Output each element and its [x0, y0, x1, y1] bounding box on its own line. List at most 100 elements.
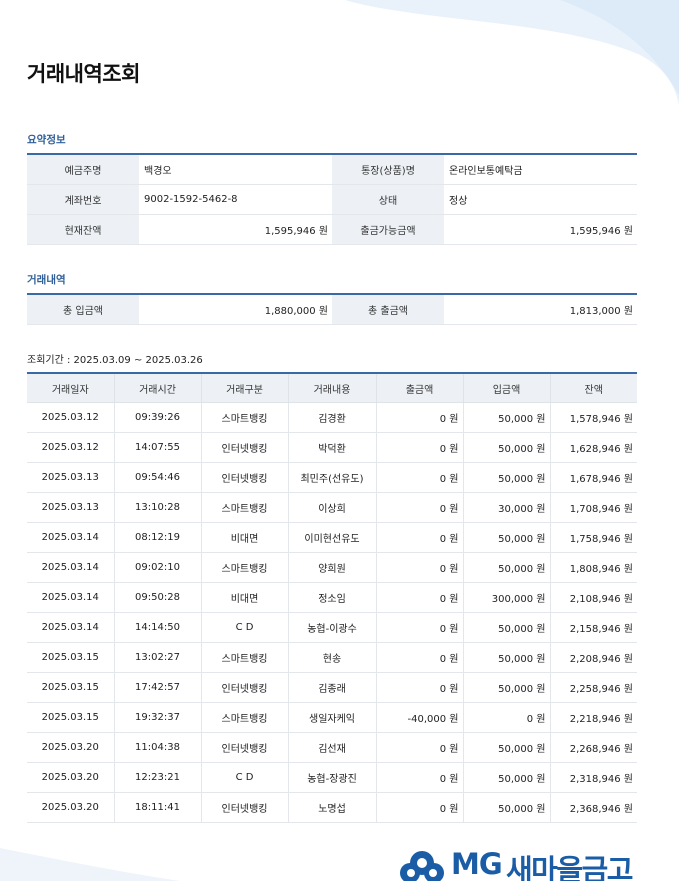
account-number-label: 계좌번호: [27, 184, 139, 215]
tx-balance: 1,628,946 원: [550, 432, 637, 463]
tx-time: 14:07:55: [114, 432, 202, 463]
tx-date: 2025.03.14: [27, 522, 115, 553]
logo-text-latin: MG: [451, 847, 503, 881]
tx-withdrawal: 0 원: [376, 642, 464, 673]
header-withdrawal: 출금액: [376, 373, 464, 403]
tx-description: 김종래: [288, 672, 377, 703]
tx-withdrawal: 0 원: [376, 672, 464, 703]
summary-table: 예금주명 백경오 통장(상품)명 온라인보통예탁금 계좌번호 9002-1592…: [27, 153, 637, 245]
tx-time: 09:50:28: [114, 582, 202, 613]
tx-deposit: 50,000 원: [463, 462, 551, 493]
table-row: 2025.03.14 14:14:50 C D 농협-이광수 0 원 50,000 원 2,…: [27, 612, 637, 643]
tx-withdrawal: 0 원: [376, 582, 464, 613]
tx-time: 09:54:46: [114, 462, 202, 493]
header-deposit: 입금액: [463, 373, 551, 403]
totals-table: 총 입금액 1,880,000 원 총 출금액 1,813,000 원: [27, 293, 637, 325]
summary-row: 현재잔액 1,595,946 원 출금가능금액 1,595,946 원: [27, 214, 637, 245]
tx-type: C D: [201, 762, 289, 793]
tx-withdrawal: 0 원: [376, 522, 464, 553]
tx-time: 13:02:27: [114, 642, 202, 673]
mg-saemaul-logo: MG 새마을금고: [398, 845, 638, 881]
tx-balance: 2,208,946 원: [550, 642, 637, 673]
table-row: 2025.03.12 09:39:26 스마트뱅킹 김경환 0 원 50,000 원 1,5…: [27, 402, 637, 433]
tx-withdrawal: 0 원: [376, 552, 464, 583]
tx-balance: 1,578,946 원: [550, 402, 637, 433]
account-holder-label: 예금주명: [27, 154, 139, 185]
available-withdrawal-value: 1,595,946 원: [444, 214, 637, 245]
tx-withdrawal: 0 원: [376, 612, 464, 643]
header-date: 거래일자: [27, 373, 115, 403]
table-row: 2025.03.15 19:32:37 스마트뱅킹 생일자케익 -40,000 원0 원…: [27, 702, 637, 733]
inquiry-period: 조회기간 : 2025.03.09 ~ 2025.03.26: [27, 355, 203, 366]
table-row: 2025.03.15 17:42:57 인터넷뱅킹 김종래 0 원 50,000 원 2,2…: [27, 672, 637, 703]
tx-description: 김선재: [288, 732, 377, 763]
tx-withdrawal: 0 원: [376, 492, 464, 523]
tx-description: 김경환: [288, 402, 377, 433]
table-row: 2025.03.20 12:23:21 C D 농협-장광진 0 원 50,000 원 2,…: [27, 762, 637, 793]
tx-date: 2025.03.20: [27, 732, 115, 763]
table-row: 2025.03.14 09:02:10 스마트뱅킹 양희원 0 원 50,000 원 1,8…: [27, 552, 637, 583]
header-type: 거래구분: [201, 373, 289, 403]
total-withdrawal-label: 총 출금액: [332, 294, 444, 325]
tx-description: 노명섭: [288, 792, 377, 823]
tx-time: 18:11:41: [114, 792, 202, 823]
tx-deposit: 50,000 원: [463, 432, 551, 463]
product-name-label: 통장(상품)명: [332, 154, 444, 185]
table-row: 2025.03.20 11:04:38 인터넷뱅킹 김선재 0 원 50,000 원 2,2…: [27, 732, 637, 763]
tx-withdrawal: 0 원: [376, 432, 464, 463]
tx-deposit: 50,000 원: [463, 762, 551, 793]
product-name-value: 온라인보통예탁금: [444, 154, 637, 185]
tx-description: 농협-이광수: [288, 612, 377, 643]
tx-balance: 1,808,946 원: [550, 552, 637, 583]
tx-description: 박덕환: [288, 432, 377, 463]
tx-type: 인터넷뱅킹: [201, 432, 289, 463]
tx-balance: 1,678,946 원: [550, 462, 637, 493]
tx-description: 현송: [288, 642, 377, 673]
tx-description: 이상희: [288, 492, 377, 523]
table-row: 2025.03.20 18:11:41 인터넷뱅킹 노명섭 0 원 50,000 원 2,3…: [27, 792, 637, 823]
table-row: 2025.03.15 13:02:27 스마트뱅킹 현송 0 원 50,000 원 2,20…: [27, 642, 637, 673]
tx-deposit: 50,000 원: [463, 642, 551, 673]
available-withdrawal-label: 출금가능금액: [332, 214, 444, 245]
tx-type: 인터넷뱅킹: [201, 732, 289, 763]
summary-row: 예금주명 백경오 통장(상품)명 온라인보통예탁금: [27, 154, 637, 185]
tx-balance: 2,368,946 원: [550, 792, 637, 823]
tx-type: 인터넷뱅킹: [201, 462, 289, 493]
tx-balance: 1,758,946 원: [550, 522, 637, 553]
header-description: 거래내용: [288, 373, 377, 403]
tx-type: 스마트뱅킹: [201, 702, 289, 733]
table-row: 2025.03.14 09:50:28 비대면 정소임 0 원 300,000 원 2,10…: [27, 582, 637, 613]
tx-description: 농협-장광진: [288, 762, 377, 793]
tx-date: 2025.03.20: [27, 792, 115, 823]
tx-time: 14:14:50: [114, 612, 202, 643]
status-value: 정상: [444, 184, 637, 215]
tx-type: 비대면: [201, 522, 289, 553]
table-row: 2025.03.13 09:54:46 인터넷뱅킹 최민주(선유도) 0 원 50,000…: [27, 462, 637, 493]
tx-date: 2025.03.15: [27, 672, 115, 703]
tx-description: 양희원: [288, 552, 377, 583]
tx-deposit: 50,000 원: [463, 732, 551, 763]
header-balance: 잔액: [550, 373, 637, 403]
tx-deposit: 0 원: [463, 702, 551, 733]
account-number-value: 9002-1592-5462-8: [139, 184, 332, 215]
transactions-table: 거래일자 거래시간 거래구분 거래내용 출금액 입금액 잔액 2025.03.1…: [27, 372, 637, 823]
tx-type: 스마트뱅킹: [201, 492, 289, 523]
tx-time: 13:10:28: [114, 492, 202, 523]
tx-type: 스마트뱅킹: [201, 642, 289, 673]
current-balance-label: 현재잔액: [27, 214, 139, 245]
transactions-body: 2025.03.12 09:39:26 스마트뱅킹 김경환 0 원 50,000 원 1,5…: [27, 402, 637, 823]
tx-balance: 2,258,946 원: [550, 672, 637, 703]
tx-date: 2025.03.13: [27, 492, 115, 523]
tx-type: 스마트뱅킹: [201, 552, 289, 583]
tx-deposit: 50,000 원: [463, 792, 551, 823]
tx-balance: 2,218,946 원: [550, 702, 637, 733]
total-deposit-label: 총 입금액: [27, 294, 139, 325]
tx-time: 08:12:19: [114, 522, 202, 553]
tx-deposit: 300,000 원: [463, 582, 551, 613]
summary-section-title: 요약정보: [27, 134, 66, 146]
tx-description: 정소임: [288, 582, 377, 613]
tx-withdrawal: 0 원: [376, 792, 464, 823]
summary-row: 계좌번호 9002-1592-5462-8 상태 정상: [27, 184, 637, 215]
tx-date: 2025.03.15: [27, 702, 115, 733]
status-label: 상태: [332, 184, 444, 215]
